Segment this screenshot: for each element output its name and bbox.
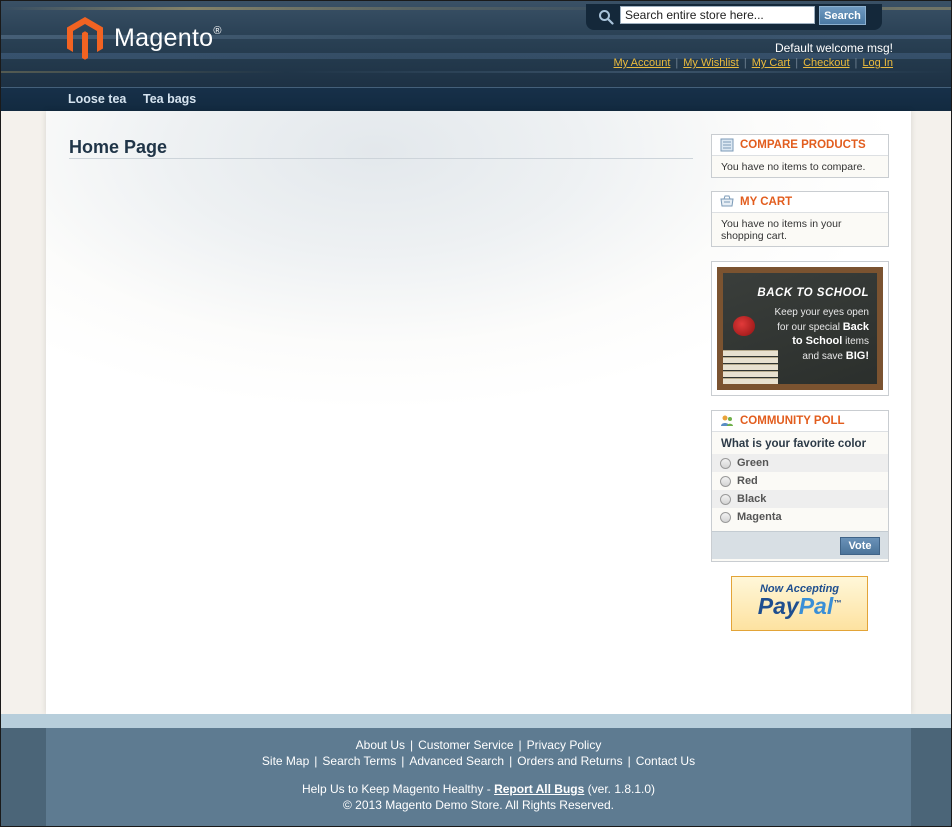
link-separator: | <box>314 754 318 768</box>
radio-button[interactable] <box>720 493 731 505</box>
promo-line-bold: Back <box>842 321 869 333</box>
apple-icon <box>733 316 755 336</box>
poll-option-magenta[interactable]: Magenta <box>712 508 888 526</box>
link-separator: | <box>627 754 631 768</box>
poll-option-red[interactable]: Red <box>712 472 888 490</box>
paypal-logo: PayPal™ <box>732 593 867 620</box>
nav-item-loose-tea[interactable]: Loose tea <box>68 92 126 106</box>
promo-line: to School items <box>792 335 869 347</box>
compare-products-title-text: COMPARE PRODUCTS <box>740 139 866 151</box>
community-poll-title: COMMUNITY POLL <box>712 411 888 432</box>
logo-registered-mark: ® <box>213 25 222 37</box>
promo-line-text: and save <box>802 351 843 362</box>
link-separator: | <box>401 754 405 768</box>
radio-button[interactable] <box>720 475 731 487</box>
checkout-link[interactable]: Checkout <box>803 57 849 69</box>
search-icon <box>599 10 614 25</box>
my-cart-link[interactable]: My Cart <box>752 57 791 69</box>
compare-products-text: You have no items to compare. <box>721 161 866 173</box>
promo-headline: BACK TO SCHOOL <box>757 287 869 299</box>
cart-icon <box>720 195 734 207</box>
logo[interactable]: Magento ® <box>66 16 222 60</box>
my-account-link[interactable]: My Account <box>614 57 671 69</box>
magento-logo-icon <box>67 17 103 60</box>
poll-actions: Vote <box>712 531 888 559</box>
footer-links-row-2: Site Map | Search Terms | Advanced Search | Or… <box>46 754 911 768</box>
link-separator: | <box>743 57 747 69</box>
page-title: Home Page <box>69 137 168 157</box>
footer-top-bar <box>1 714 951 728</box>
poll-people-icon <box>721 415 733 426</box>
poll-option-label: Magenta <box>737 511 782 523</box>
poll-option-label: Black <box>737 493 767 505</box>
radio-button[interactable] <box>720 457 731 469</box>
promo-line-text: items <box>845 336 869 347</box>
vote-button[interactable]: Vote <box>840 537 880 555</box>
paypal-logo-pay: Pay <box>757 593 799 619</box>
paypal-logo-pal: Pal <box>798 593 834 619</box>
footer-links-row-1: About Us | Customer Service | Privacy Policy <box>46 738 911 752</box>
compare-products-title: COMPARE PRODUCTS <box>712 135 888 156</box>
main-nav: Loose tea Tea bags <box>1 87 951 111</box>
my-cart-title: MY CART <box>712 192 888 213</box>
my-cart-text: You have no items in your shopping cart. <box>721 218 842 242</box>
log-in-link[interactable]: Log In <box>862 57 893 69</box>
my-cart-block: MY CART You have no items in your shoppi… <box>711 191 889 247</box>
privacy-policy-link[interactable]: Privacy Policy <box>527 738 602 752</box>
promo-line-text: for our special <box>777 322 840 333</box>
compare-list-icon <box>720 138 734 152</box>
footer: About Us | Customer Service | Privacy Policy… <box>46 728 911 826</box>
link-separator: | <box>795 57 799 69</box>
account-links: My Account | My Wishlist | My Cart | Checkout |… <box>614 57 893 69</box>
radio-button[interactable] <box>720 511 731 523</box>
site-map-link[interactable]: Site Map <box>262 754 309 768</box>
title-divider <box>69 158 693 159</box>
link-separator: | <box>675 57 679 69</box>
search-input[interactable] <box>620 6 815 24</box>
chalkboard-frame: BACK TO SCHOOL Keep your eyes open for o… <box>717 267 883 390</box>
paypal-tm: ™ <box>833 598 842 608</box>
community-poll-block: COMMUNITY POLL What is your favorite col… <box>711 410 889 562</box>
link-separator: | <box>518 738 522 752</box>
about-us-link[interactable]: About Us <box>356 738 405 752</box>
report-bugs-link[interactable]: Report All Bugs <box>494 782 584 796</box>
link-separator: | <box>854 57 858 69</box>
search-terms-link[interactable]: Search Terms <box>322 754 396 768</box>
my-cart-title-text: MY CART <box>740 196 793 208</box>
customer-service-link[interactable]: Customer Service <box>418 738 513 752</box>
books-icon <box>723 349 778 384</box>
my-wishlist-link[interactable]: My Wishlist <box>683 57 739 69</box>
copyright: © 2013 Magento Demo Store. All Rights Re… <box>343 798 614 812</box>
promo-line-bold: BIG! <box>845 350 869 362</box>
orders-and-returns-link[interactable]: Orders and Returns <box>517 754 622 768</box>
link-separator: | <box>410 738 414 752</box>
search-button[interactable]: Search <box>819 6 866 25</box>
promo-line: Keep your eyes open <box>774 307 869 318</box>
poll-option-label: Red <box>737 475 758 487</box>
contact-us-link[interactable]: Contact Us <box>636 754 695 768</box>
poll-option-black[interactable]: Black <box>712 490 888 508</box>
version-text: (ver. 1.8.1.0) <box>584 782 656 796</box>
promo-line: and save BIG! <box>802 350 869 362</box>
compare-products-block: COMPARE PRODUCTS You have no items to co… <box>711 134 889 178</box>
poll-option-label: Green <box>737 457 769 469</box>
footer-help-row: Help Us to Keep Magento Healthy - Report… <box>46 782 911 796</box>
promo-line-bold: to School <box>792 335 843 347</box>
advanced-search-link[interactable]: Advanced Search <box>409 754 504 768</box>
chalkboard: BACK TO SCHOOL Keep your eyes open for o… <box>723 273 877 384</box>
search-bar: Search <box>586 4 882 30</box>
back-to-school-banner[interactable]: BACK TO SCHOOL Keep your eyes open for o… <box>711 261 889 396</box>
help-text: Help Us to Keep Magento Healthy - <box>301 782 495 796</box>
welcome-message: Default welcome msg! <box>774 41 893 55</box>
header: Magento ® Search Default welcome msg! My… <box>1 1 951 87</box>
nav-item-tea-bags[interactable]: Tea bags <box>143 92 196 106</box>
promo-line: for our special Back <box>777 321 869 333</box>
link-separator: | <box>509 754 513 768</box>
logo-text: Magento <box>114 23 214 52</box>
community-poll-title-text: COMMUNITY POLL <box>740 415 845 427</box>
paypal-badge[interactable]: Now Accepting PayPal™ <box>731 576 868 631</box>
header-stripe <box>1 71 951 73</box>
poll-question: What is your favorite color <box>721 438 867 450</box>
poll-option-green[interactable]: Green <box>712 454 888 472</box>
